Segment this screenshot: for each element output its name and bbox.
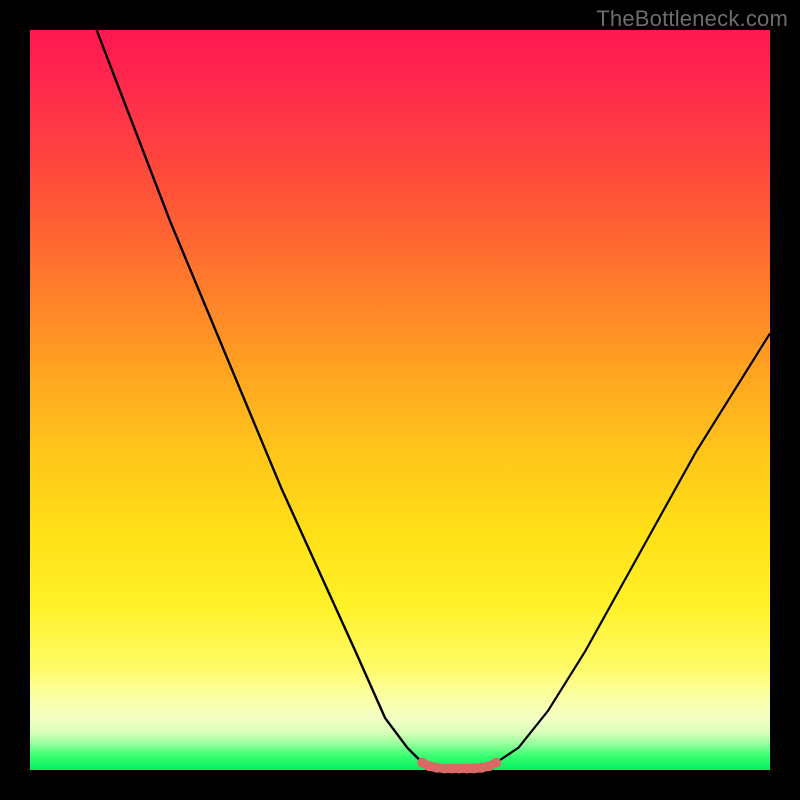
watermark-text: TheBottleneck.com [596, 6, 788, 32]
chart-curve-svg [30, 30, 770, 770]
chart-plot-area [30, 30, 770, 770]
curve-left-branch [97, 30, 423, 763]
chart-frame: TheBottleneck.com [0, 0, 800, 800]
valley-marker-group [417, 758, 501, 774]
curve-right-branch [496, 333, 770, 762]
valley-marker-dot [491, 758, 501, 768]
